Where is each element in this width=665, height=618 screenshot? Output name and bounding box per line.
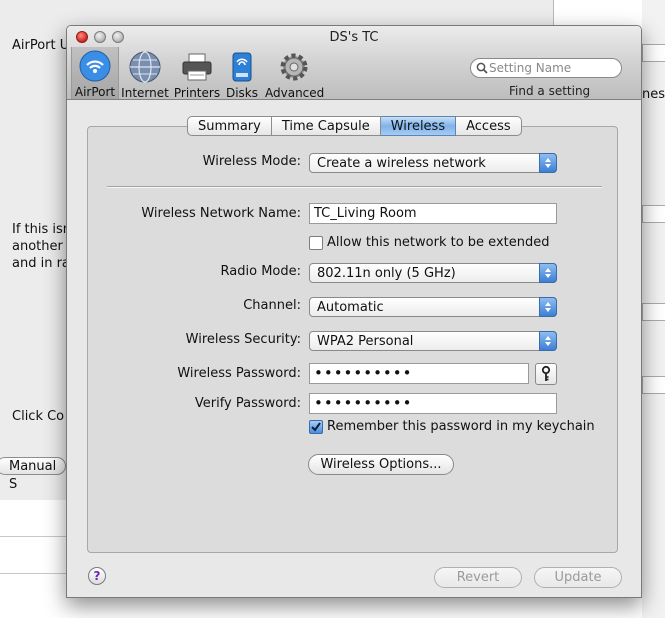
popup-arrows-icon bbox=[539, 263, 557, 283]
tab-access[interactable]: Access bbox=[456, 116, 522, 136]
popup-value: 802.11n only (5 GHz) bbox=[317, 266, 456, 281]
toolbar-label: Internet bbox=[121, 86, 169, 100]
bg-paragraph-line: If this isn bbox=[12, 222, 72, 237]
wireless-options-button[interactable]: Wireless Options... bbox=[308, 454, 454, 475]
toolbar-label: Advanced bbox=[265, 86, 325, 100]
gear-icon bbox=[280, 53, 308, 81]
password-field[interactable]: •••••••••• bbox=[309, 363, 529, 384]
channel-label: Channel: bbox=[243, 298, 301, 313]
airport-utility-window: DS's TC AirPort Internet Printers Disks … bbox=[66, 25, 642, 598]
key-icon bbox=[541, 365, 551, 381]
wireless-mode-popup[interactable]: Create a wireless network bbox=[309, 153, 557, 173]
bg-field bbox=[642, 44, 665, 62]
search-placeholder: Setting Name bbox=[489, 61, 572, 75]
tab-wireless[interactable]: Wireless bbox=[380, 116, 457, 136]
toolbar-printers[interactable]: Printers bbox=[171, 48, 223, 100]
tab-bar: Summary Time Capsule Wireless Access bbox=[187, 116, 522, 136]
search-input[interactable]: Setting Name bbox=[470, 58, 622, 78]
tab-summary[interactable]: Summary bbox=[187, 116, 272, 136]
bg-click-label: Click Co bbox=[12, 409, 65, 424]
globe-icon bbox=[129, 51, 161, 83]
allow-extend-label: Allow this network to be extended bbox=[327, 235, 550, 250]
wireless-mode-label: Wireless Mode: bbox=[202, 154, 301, 169]
revert-button[interactable]: Revert bbox=[434, 567, 522, 588]
remember-password-label: Remember this password in my keychain bbox=[327, 419, 595, 434]
popup-value: Create a wireless network bbox=[317, 156, 486, 171]
radio-mode-popup[interactable]: 802.11n only (5 GHz) bbox=[309, 263, 557, 283]
remember-password-checkbox[interactable] bbox=[309, 420, 323, 434]
bg-paragraph-line: another t bbox=[12, 239, 73, 254]
radio-mode-label: Radio Mode: bbox=[220, 264, 301, 279]
airport-icon bbox=[79, 50, 111, 82]
bg-field bbox=[642, 205, 665, 223]
allow-extend-checkbox[interactable] bbox=[309, 236, 323, 250]
toolbar-label: Printers bbox=[173, 86, 221, 100]
bg-right-text: nese bbox=[642, 87, 665, 102]
find-setting-label: Find a setting bbox=[509, 84, 591, 98]
toolbar: DS's TC AirPort Internet Printers Disks … bbox=[67, 26, 641, 100]
verify-password-field[interactable]: •••••••••• bbox=[309, 393, 557, 414]
password-label: Wireless Password: bbox=[177, 366, 301, 381]
channel-popup[interactable]: Automatic bbox=[309, 297, 557, 317]
popup-arrows-icon bbox=[539, 153, 557, 173]
update-button[interactable]: Update bbox=[534, 567, 622, 588]
disk-icon bbox=[232, 52, 252, 82]
bg-field bbox=[642, 303, 665, 321]
toolbar-internet[interactable]: Internet bbox=[121, 48, 169, 100]
security-label: Wireless Security: bbox=[185, 332, 301, 347]
divider bbox=[107, 186, 602, 188]
divider bbox=[0, 573, 70, 574]
network-name-label: Wireless Network Name: bbox=[141, 206, 301, 221]
popup-value: Automatic bbox=[317, 300, 384, 315]
help-button[interactable]: ? bbox=[88, 567, 106, 585]
keychain-button[interactable] bbox=[535, 363, 557, 385]
bg-field bbox=[642, 376, 665, 394]
toolbar-disks[interactable]: Disks bbox=[223, 48, 261, 100]
bg-airport-label: AirPort U bbox=[12, 38, 70, 53]
network-name-field[interactable]: TC_Living Room bbox=[309, 203, 557, 224]
toolbar-advanced[interactable]: Advanced bbox=[265, 48, 325, 100]
search-icon bbox=[476, 62, 488, 74]
window-title: DS's TC bbox=[329, 30, 379, 45]
toolbar-label: AirPort bbox=[74, 85, 116, 99]
bg-paragraph-line: and in ra bbox=[12, 256, 70, 271]
popup-arrows-icon bbox=[539, 331, 557, 351]
toolbar-airport[interactable]: AirPort bbox=[71, 47, 119, 99]
popup-arrows-icon bbox=[539, 297, 557, 317]
background-right-strip: nese bbox=[642, 0, 665, 618]
verify-password-label: Verify Password: bbox=[194, 396, 301, 411]
checkmark-icon bbox=[311, 422, 321, 432]
printer-icon bbox=[182, 53, 212, 81]
divider bbox=[0, 536, 70, 537]
toolbar-label: Disks bbox=[225, 86, 259, 100]
manual-setup-button[interactable]: Manual S bbox=[0, 457, 66, 492]
security-popup[interactable]: WPA2 Personal bbox=[309, 331, 557, 351]
popup-value: WPA2 Personal bbox=[317, 334, 414, 349]
tab-time-capsule[interactable]: Time Capsule bbox=[271, 116, 381, 136]
